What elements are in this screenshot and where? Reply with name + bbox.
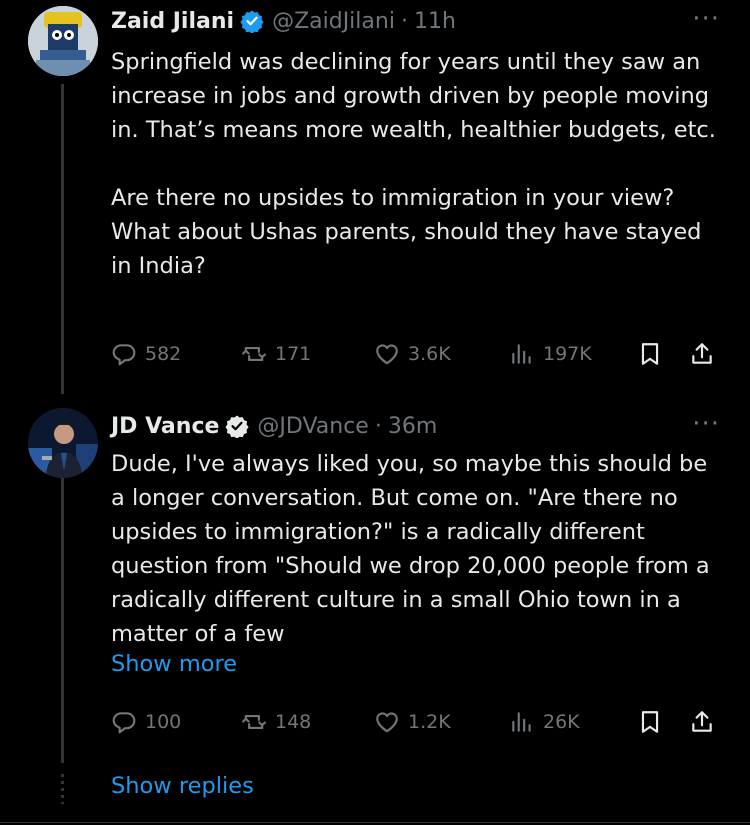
thread-line-1 [61,84,64,394]
author-handle[interactable]: @ZaidJilani [272,9,395,34]
tweet-text: Springfield was declining for years unti… [111,49,716,279]
like-count: 3.6K [408,343,451,365]
reply-count: 100 [145,711,182,733]
share-icon [692,711,712,732]
heart-icon [376,712,398,733]
more-options-icon[interactable]: ··· [692,411,720,437]
separator: · [400,8,408,34]
show-more-link[interactable]: Show more [111,651,237,677]
views-icon [512,712,531,732]
view-count: 26K [543,711,580,733]
bookmark-icon [641,711,659,733]
reply-button[interactable]: 582 [111,334,181,374]
repost-count: 171 [275,343,312,365]
thread-line-2 [61,478,64,763]
verified-badge-icon [225,414,250,438]
reply-icon [112,344,136,366]
share-icon [692,343,712,364]
timestamp[interactable]: 11h [414,9,456,34]
divider [0,822,750,823]
bookmark-button[interactable] [637,334,663,374]
repost-button[interactable]: 148 [241,702,311,742]
reply-icon [112,712,136,734]
author-handle[interactable]: @JDVance [257,414,368,439]
bookmark-button[interactable] [637,702,663,742]
reply-button[interactable]: 100 [111,702,181,742]
tweet-actions: 582 171 3.6K 197K [111,334,721,374]
views-button[interactable]: 197K [509,334,592,374]
verified-badge-icon [240,9,264,33]
like-button[interactable]: 3.6K [374,334,451,374]
tweet-header: JD Vance @JDVance · 36m [111,408,437,444]
separator: · [374,413,382,439]
repost-icon [242,714,266,730]
bookmark-icon [641,343,659,365]
author-name[interactable]: Zaid Jilani [111,9,234,34]
avatar[interactable] [28,6,98,76]
reply-count: 582 [145,343,182,365]
tweet-actions: 100 148 1.2K 26K [111,702,721,742]
avatar[interactable] [28,408,98,478]
like-count: 1.2K [408,711,451,733]
tweet-header: Zaid Jilani @ZaidJilani · 11h [111,3,456,39]
tweet-text: Dude, I've always liked you, so maybe th… [111,451,717,647]
heart-icon [376,344,398,365]
share-button[interactable] [689,334,715,374]
repost-count: 148 [275,711,312,733]
repost-icon [242,346,266,362]
views-button[interactable]: 26K [509,702,580,742]
repost-button[interactable]: 171 [241,334,311,374]
author-name[interactable]: JD Vance [111,414,219,439]
more-options-icon[interactable]: ··· [692,6,720,32]
like-button[interactable]: 1.2K [374,702,451,742]
share-button[interactable] [689,702,715,742]
thread-dots [61,774,64,804]
timestamp[interactable]: 36m [388,414,437,439]
views-icon [512,344,531,364]
show-replies-link[interactable]: Show replies [111,773,254,799]
view-count: 197K [543,343,592,365]
